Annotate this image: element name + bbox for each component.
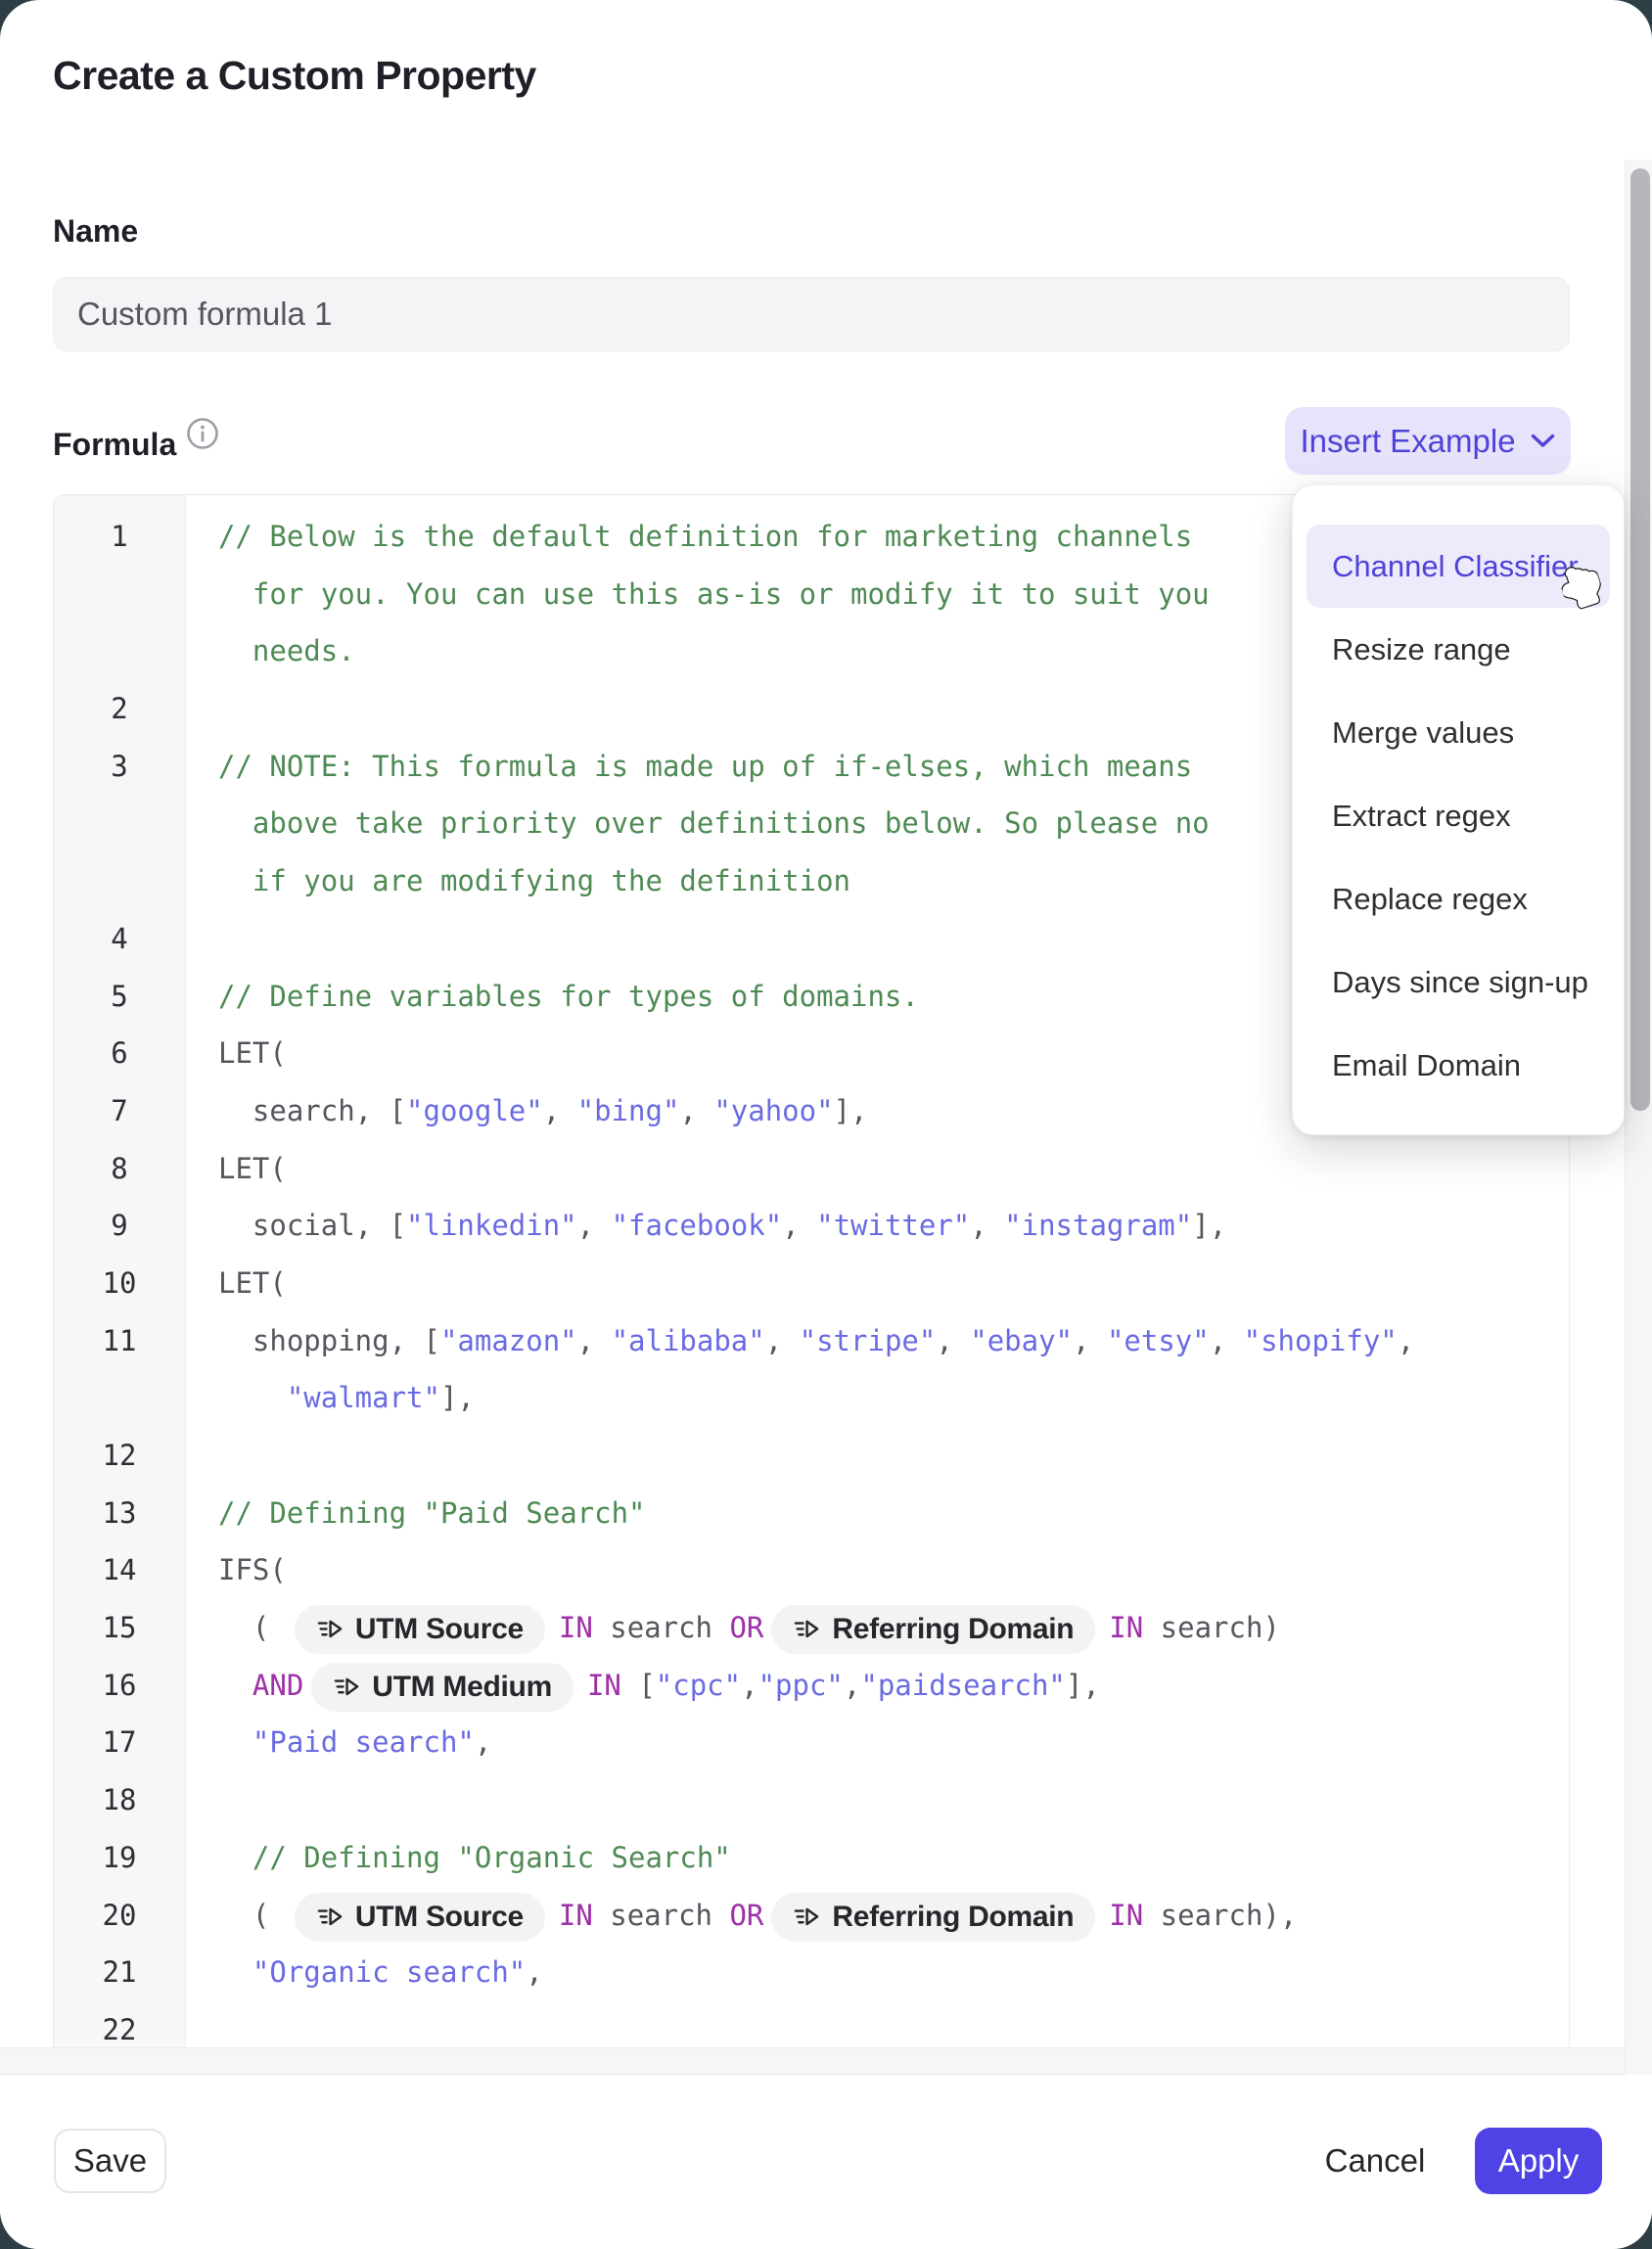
create-custom-property-modal: Create a Custom Property Name Custom for… — [0, 0, 1652, 2249]
horizontal-scrollbar-track[interactable] — [0, 2047, 1652, 2075]
line-number: 2 — [54, 680, 185, 738]
line-number: 18 — [54, 1771, 185, 1829]
footer-bar: Save Cancel Apply — [0, 2075, 1652, 2249]
line-number: 13 — [54, 1485, 185, 1542]
property-chip-referring-domain[interactable]: Referring Domain — [771, 1605, 1095, 1654]
name-input[interactable]: Custom formula 1 — [53, 277, 1570, 351]
line-number: 22 — [54, 2001, 185, 2047]
line-number: 11 — [54, 1312, 185, 1370]
line-number: 1 — [54, 508, 185, 566]
code-row: 15( UTM Source IN search OR Referring Do… — [54, 1599, 1569, 1657]
code-row: 22 — [54, 2001, 1569, 2047]
line-number: 6 — [54, 1025, 185, 1082]
line-number: 16 — [54, 1657, 185, 1715]
line-number — [54, 852, 185, 910]
chevron-down-icon — [1530, 433, 1556, 449]
code-row: 11shopping, ["amazon", "alibaba", "strip… — [54, 1312, 1569, 1370]
formula-label: Formula — [53, 427, 176, 463]
code-row: 12 — [54, 1427, 1569, 1485]
line-number: 15 — [54, 1599, 185, 1657]
line-number: 10 — [54, 1255, 185, 1312]
property-chip-utm-source[interactable]: UTM Source — [295, 1605, 545, 1654]
code-row: 10LET( — [54, 1255, 1569, 1312]
cancel-button[interactable]: Cancel — [1311, 2129, 1439, 2193]
menu-item-resize-range[interactable]: Resize range — [1307, 608, 1610, 691]
page-background: Create a Custom Property Name Custom for… — [0, 0, 1652, 2249]
property-chip-referring-domain[interactable]: Referring Domain — [771, 1893, 1095, 1942]
name-input-value: Custom formula 1 — [77, 296, 332, 333]
line-number: 19 — [54, 1829, 185, 1887]
save-button[interactable]: Save — [54, 2129, 166, 2193]
insert-example-label: Insert Example — [1300, 423, 1515, 460]
property-icon — [316, 1616, 344, 1643]
code-row: 8LET( — [54, 1140, 1569, 1198]
property-chip-utm-source[interactable]: UTM Source — [295, 1893, 545, 1942]
line-number: 21 — [54, 1944, 185, 2001]
line-number: 3 — [54, 738, 185, 796]
property-icon — [316, 1904, 344, 1931]
line-number — [54, 622, 185, 680]
property-icon — [793, 1616, 820, 1643]
vertical-scrollbar-thumb[interactable] — [1630, 168, 1650, 1111]
line-number: 14 — [54, 1541, 185, 1599]
line-number: 9 — [54, 1197, 185, 1255]
code-row: 18 — [54, 1771, 1569, 1829]
line-number: 5 — [54, 968, 185, 1026]
name-label: Name — [53, 213, 138, 250]
line-number: 20 — [54, 1887, 185, 1945]
code-row: 19// Defining "Organic Search" — [54, 1829, 1569, 1887]
code-row: 14IFS( — [54, 1541, 1569, 1599]
modal-title: Create a Custom Property — [53, 53, 536, 99]
menu-item-replace-regex[interactable]: Replace regex — [1307, 857, 1610, 941]
line-number — [54, 566, 185, 623]
insert-example-button[interactable]: Insert Example — [1285, 407, 1571, 475]
code-row: 17"Paid search", — [54, 1714, 1569, 1771]
menu-item-merge-values[interactable]: Merge values — [1307, 691, 1610, 774]
line-number — [54, 1369, 185, 1427]
code-row: 13// Defining "Paid Search" — [54, 1485, 1569, 1542]
menu-item-days-since-sign-up[interactable]: Days since sign-up — [1307, 941, 1610, 1024]
info-icon[interactable] — [186, 417, 219, 450]
code-row: 9social, ["linkedin", "facebook", "twitt… — [54, 1197, 1569, 1255]
menu-item-extract-regex[interactable]: Extract regex — [1307, 774, 1610, 857]
line-number: 17 — [54, 1714, 185, 1771]
line-number: 8 — [54, 1140, 185, 1198]
line-number: 7 — [54, 1082, 185, 1140]
property-icon — [333, 1674, 360, 1701]
line-number: 4 — [54, 910, 185, 968]
apply-button[interactable]: Apply — [1475, 2128, 1602, 2194]
code-row: 21"Organic search", — [54, 1944, 1569, 2001]
property-chip-utm-medium[interactable]: UTM Medium — [311, 1663, 574, 1712]
code-row: "walmart"], — [54, 1369, 1569, 1427]
line-number — [54, 795, 185, 852]
menu-item-email-domain[interactable]: Email Domain — [1307, 1024, 1610, 1107]
code-row: 16AND UTM Medium IN ["cpc","ppc","paidse… — [54, 1657, 1569, 1715]
line-number: 12 — [54, 1427, 185, 1485]
code-row: 20( UTM Source IN search OR Referring Do… — [54, 1887, 1569, 1945]
property-icon — [793, 1904, 820, 1931]
